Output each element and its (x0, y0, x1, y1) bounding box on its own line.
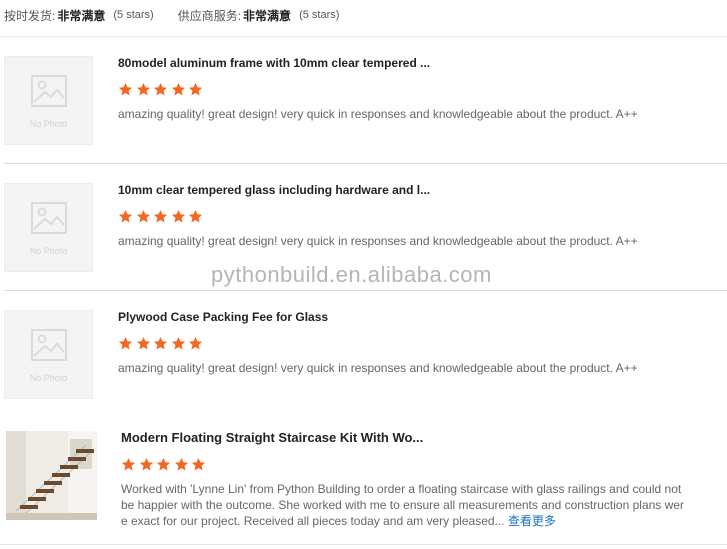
star-icon (121, 457, 136, 471)
star-rating (121, 457, 209, 472)
review-text-line: be happier with the outcome. She worked … (121, 498, 684, 512)
product-title-link[interactable]: 80model aluminum frame with 10mm clear t… (118, 56, 430, 70)
review-text: amazing quality! great design! very quic… (118, 234, 638, 248)
watermark-text: pythonbuild.en.alibaba.com (211, 262, 492, 287)
star-rating (118, 82, 206, 97)
no-photo-label: No Photo (29, 246, 68, 256)
star-icon (188, 82, 203, 96)
on-time-delivery-rating: 按时发货: 非常满意 (5 stars) (4, 7, 154, 24)
image-placeholder-icon (31, 202, 67, 234)
star-icon (136, 209, 150, 223)
rating-summary: 按时发货: 非常满意 (5 stars) 供应商服务: 非常满意 (5 star… (4, 6, 339, 24)
star-icon (171, 336, 185, 350)
star-rating (118, 336, 206, 351)
review-text: Worked with 'Lynne Lin' from Python Buil… (121, 481, 705, 529)
star-icon (136, 82, 150, 96)
product-title-link[interactable]: Plywood Case Packing Fee for Glass (118, 310, 328, 324)
star-icon (174, 457, 188, 471)
star-icon (136, 336, 150, 350)
star-icon (118, 336, 133, 350)
star-icon (171, 82, 185, 96)
review-item: No Photo Plywood Case Packing Fee for Gl… (0, 291, 727, 418)
star-icon (191, 457, 206, 471)
delivery-count: (5 stars) (113, 9, 154, 21)
review-text-line: Worked with 'Lynne Lin' from Python Buil… (121, 482, 682, 496)
star-icon (188, 209, 203, 223)
review-text-segment: e exact for our project. Received all pi… (121, 514, 505, 528)
star-icon (118, 82, 133, 96)
no-photo-thumbnail[interactable]: No Photo (4, 310, 93, 399)
star-icon (156, 457, 171, 471)
view-more-link[interactable]: 查看更多 (508, 514, 556, 528)
star-icon (153, 82, 168, 96)
star-icon (153, 336, 168, 350)
no-photo-label: No Photo (29, 373, 68, 383)
staircase-photo-icon (6, 431, 97, 520)
image-placeholder-icon (31, 75, 67, 107)
star-icon (118, 209, 133, 223)
service-label: 供应商服务: (177, 8, 242, 23)
star-icon (188, 336, 203, 350)
image-placeholder-icon (31, 329, 67, 361)
no-photo-thumbnail[interactable]: No Photo (4, 56, 93, 145)
service-value: 非常满意 (243, 8, 292, 23)
delivery-label: 按时发货: (4, 8, 56, 23)
review-item: No Photo 80model aluminum frame with 10m… (0, 37, 727, 164)
review-text-line-last: e exact for our project. Received all pi… (121, 513, 705, 529)
supplier-service-rating: 供应商服务: 非常满意 (5 stars) (178, 7, 340, 24)
star-rating (118, 209, 206, 224)
product-photo[interactable] (6, 431, 97, 520)
delivery-value: 非常满意 (57, 8, 106, 23)
star-icon (171, 209, 185, 223)
service-count: (5 stars) (299, 9, 340, 21)
no-photo-thumbnail[interactable]: No Photo (4, 183, 93, 272)
review-text: amazing quality! great design! very quic… (118, 107, 638, 121)
review-text: amazing quality! great design! very quic… (118, 361, 638, 375)
no-photo-label: No Photo (29, 119, 68, 129)
product-title-link[interactable]: Modern Floating Straight Staircase Kit W… (121, 430, 423, 445)
star-icon (139, 457, 153, 471)
review-divider (0, 544, 727, 545)
product-title-link[interactable]: 10mm clear tempered glass including hard… (118, 183, 430, 197)
star-icon (153, 209, 168, 223)
